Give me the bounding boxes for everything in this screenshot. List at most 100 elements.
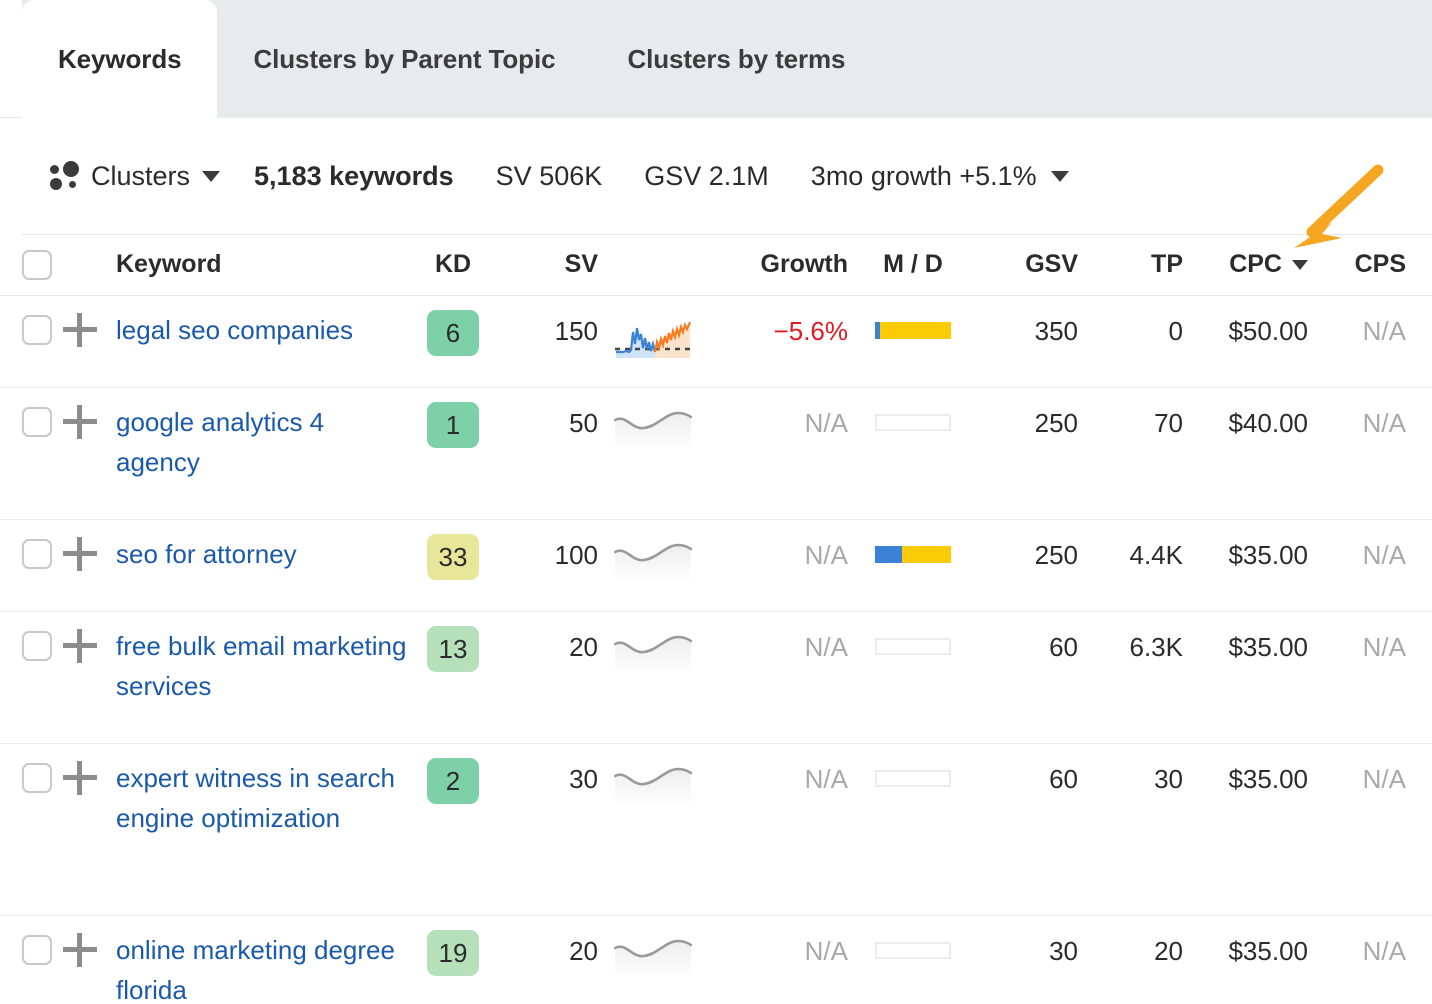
clusters-dropdown[interactable]: Clusters: [48, 159, 220, 193]
row-select-cell: [0, 310, 52, 345]
plus-icon[interactable]: [63, 405, 97, 439]
kd-cell: 19: [408, 930, 498, 976]
sparkline-trend: [614, 318, 692, 366]
md-cell: [848, 758, 978, 787]
keyword-cell: online marketing degree florida: [108, 930, 408, 1004]
cpc-cell: $35.00: [1183, 930, 1308, 972]
cpc-value: $35.00: [1228, 626, 1308, 668]
column-header-keyword[interactable]: Keyword: [108, 250, 408, 279]
cpc-cell: $35.00: [1183, 758, 1308, 800]
column-header-sv[interactable]: SV: [498, 250, 598, 279]
sparkline-cell: [598, 534, 708, 587]
growth-value: −5.6%: [774, 310, 848, 352]
row-checkbox[interactable]: [22, 407, 52, 437]
tp-cell: 6.3K: [1078, 626, 1183, 668]
growth-value: N/A: [805, 402, 848, 444]
sparkline-placeholder: [614, 410, 692, 450]
plus-icon[interactable]: [63, 761, 97, 795]
tab-keywords[interactable]: Keywords: [22, 0, 217, 118]
keyword-link[interactable]: expert witness in search engine optimiza…: [116, 758, 408, 838]
row-checkbox[interactable]: [22, 539, 52, 569]
growth-cell: N/A: [708, 534, 848, 576]
sv-value: 30: [569, 758, 598, 800]
stat-gsv: GSV 2.1M: [644, 161, 769, 192]
column-header-cpc[interactable]: CPC: [1183, 250, 1308, 279]
sv-value: 20: [569, 626, 598, 668]
table-row: online marketing degree florida1920N/A30…: [0, 916, 1432, 1004]
sv-cell: 30: [498, 758, 598, 800]
keyword-link[interactable]: online marketing degree florida: [116, 930, 408, 1004]
table-body: legal seo companies6150−5.6%3500$50.00N/…: [0, 296, 1432, 1004]
select-all-cell: [0, 250, 52, 280]
md-bar: [875, 414, 951, 431]
column-header-growth[interactable]: Growth: [708, 250, 848, 279]
sparkline-placeholder: [614, 542, 692, 582]
plus-icon[interactable]: [63, 933, 97, 967]
md-bar: [875, 638, 951, 655]
select-all-checkbox[interactable]: [22, 250, 52, 280]
tp-cell: 0: [1078, 310, 1183, 352]
md-bar: [875, 546, 951, 563]
tp-value: 6.3K: [1130, 626, 1184, 668]
keyword-link[interactable]: legal seo companies: [116, 310, 353, 350]
sv-value: 150: [555, 310, 598, 352]
sparkline-cell: [598, 402, 708, 455]
cps-cell: N/A: [1308, 626, 1420, 668]
keyword-link[interactable]: free bulk email marketing services: [116, 626, 408, 706]
gsv-value: 60: [1049, 758, 1078, 800]
gsv-value: 250: [1035, 534, 1078, 576]
table-row: seo for attorney33100N/A2504.4K$35.00N/A: [0, 520, 1432, 612]
add-to-list-cell: [52, 534, 108, 571]
keyword-link[interactable]: google analytics 4 agency: [116, 402, 408, 482]
tp-cell: 20: [1078, 930, 1183, 972]
keywords-table: Keyword KD SV Growth M / D GSV TP CPC CP…: [0, 234, 1432, 1004]
plus-icon[interactable]: [63, 629, 97, 663]
chevron-down-icon: [202, 171, 220, 182]
sv-cell: 100: [498, 534, 598, 576]
column-header-gsv[interactable]: GSV: [978, 250, 1078, 279]
gsv-value: 30: [1049, 930, 1078, 972]
kd-cell: 1: [408, 402, 498, 448]
gsv-cell: 30: [978, 930, 1078, 972]
add-to-list-cell: [52, 402, 108, 439]
kd-badge: 19: [427, 930, 479, 976]
kd-cell: 6: [408, 310, 498, 356]
keyword-cell: legal seo companies: [108, 310, 408, 350]
gsv-cell: 60: [978, 626, 1078, 668]
cpc-value: $35.00: [1228, 758, 1308, 800]
keyword-cell: free bulk email marketing services: [108, 626, 408, 706]
growth-cell: −5.6%: [708, 310, 848, 352]
tp-value: 20: [1154, 930, 1183, 972]
plus-icon[interactable]: [63, 313, 97, 347]
keyword-link[interactable]: seo for attorney: [116, 534, 297, 574]
growth-value: N/A: [805, 758, 848, 800]
sparkline-cell: [598, 758, 708, 811]
row-checkbox[interactable]: [22, 631, 52, 661]
kd-cell: 13: [408, 626, 498, 672]
stat-sv: SV 506K: [496, 161, 603, 192]
cps-value: N/A: [1363, 626, 1406, 668]
column-header-kd[interactable]: KD: [408, 250, 498, 279]
column-header-cps[interactable]: CPS: [1308, 250, 1420, 279]
tab-strip: KeywordsClusters by Parent TopicClusters…: [0, 0, 1432, 118]
row-checkbox[interactable]: [22, 935, 52, 965]
column-header-md[interactable]: M / D: [848, 250, 978, 279]
row-checkbox[interactable]: [22, 763, 52, 793]
tab-clusters-by-parent-topic[interactable]: Clusters by Parent Topic: [217, 0, 591, 118]
tab-clusters-by-terms[interactable]: Clusters by terms: [591, 0, 881, 118]
row-checkbox[interactable]: [22, 315, 52, 345]
md-cell: [848, 930, 978, 959]
gsv-value: 350: [1035, 310, 1078, 352]
column-header-tp[interactable]: TP: [1078, 250, 1183, 279]
clusters-icon: [48, 159, 82, 193]
growth-cell: N/A: [708, 626, 848, 668]
cpc-cell: $35.00: [1183, 534, 1308, 576]
table-row: free bulk email marketing services13 20 N/…: [0, 612, 1432, 744]
tp-cell: 30: [1078, 758, 1183, 800]
cpc-cell: $35.00: [1183, 626, 1308, 668]
kd-badge: 2: [427, 758, 479, 804]
plus-icon[interactable]: [63, 537, 97, 571]
cps-cell: N/A: [1308, 758, 1420, 800]
growth-dropdown[interactable]: 3mo growth +5.1%: [811, 161, 1069, 192]
cps-cell: N/A: [1308, 402, 1420, 444]
